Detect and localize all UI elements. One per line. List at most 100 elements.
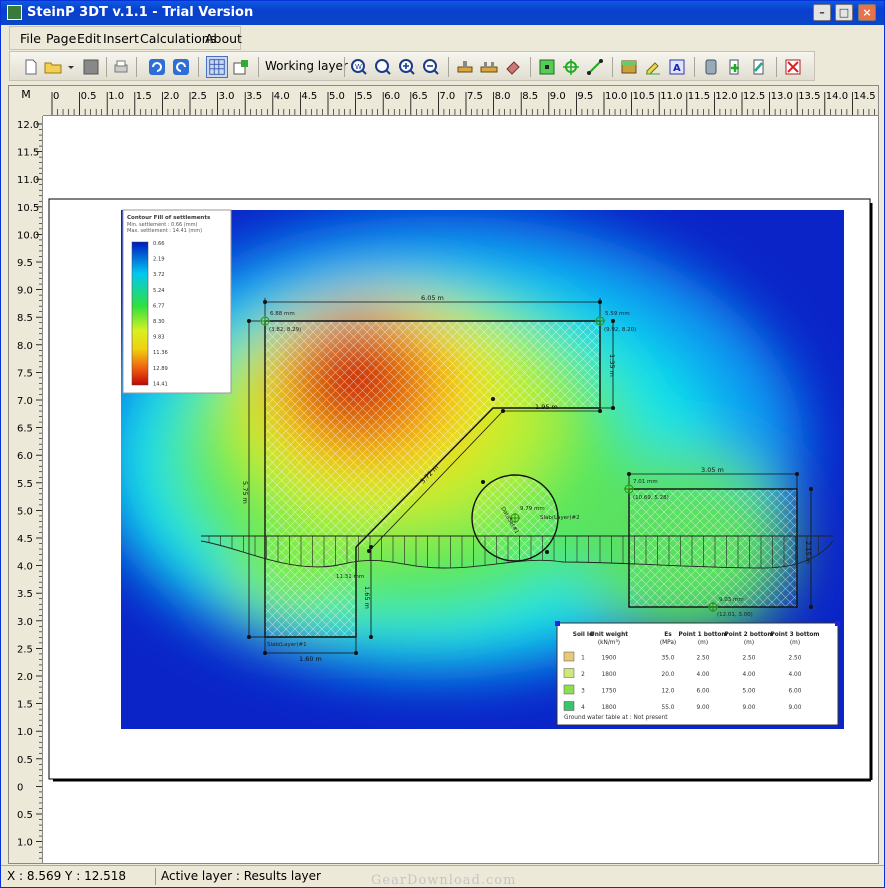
annotation-text: 9.79 mm: [520, 506, 545, 512]
ruler-tick-label: 0.5: [81, 91, 97, 102]
zoom-in-icon[interactable]: [398, 58, 416, 76]
status-divider: [155, 868, 156, 885]
database-icon[interactable]: [702, 58, 720, 76]
undo-icon[interactable]: [148, 58, 166, 76]
ruler-tick-label: 11.0: [660, 91, 682, 102]
soil-table-cell: 9.00: [789, 705, 802, 711]
ruler-tick-label: 2.5: [191, 91, 207, 102]
app-icon: [7, 5, 22, 20]
ruler-tick-label: 11.0: [17, 175, 39, 186]
drawing-workspace: M 0 0.5 1.0 1.5 2.0 2.5 3.0 3.5 4.0 4.5 5.0 5.5 6.0 6…: [8, 85, 879, 864]
soil-table-cell: 1800: [602, 705, 617, 711]
soil-table-cell: 12.0: [662, 689, 675, 695]
annotation-text: 5.59 mm: [605, 311, 630, 317]
ruler-tick-label: 12.0: [715, 91, 737, 102]
minimize-button[interactable]: –: [813, 4, 831, 21]
zoom-window-icon[interactable]: W: [350, 58, 368, 76]
drawing-canvas[interactable]: Contour Fill of settlements Min. settlem…: [43, 116, 879, 864]
working-layer-label[interactable]: Working layer: [265, 59, 348, 73]
ruler-tick-label: 8.5: [522, 91, 538, 102]
redo-icon[interactable]: [172, 58, 190, 76]
ruler-tick-label: 10.5: [17, 203, 39, 214]
open-folder-icon[interactable]: [44, 58, 62, 76]
ruler-tick-label: 0.5: [17, 755, 33, 766]
watermark-text: GearDownload.com: [371, 873, 517, 888]
ruler-tick-label: 3.0: [219, 91, 235, 102]
soil-table-footer: Ground water table at : Not present: [564, 715, 668, 721]
soil-table-cell: 4.00: [743, 672, 756, 678]
ruler-tick-label: 13.0: [771, 91, 793, 102]
foundation-icon[interactable]: [456, 58, 474, 76]
ruler-tick-label: 11.5: [17, 148, 39, 159]
ruler-tick-label: 10.0: [605, 91, 627, 102]
ruler-tick-label: 14.5: [853, 91, 875, 102]
soil-table-cell: 1800: [602, 672, 617, 678]
annotation-text: (3.82, 8.29): [269, 327, 301, 333]
legend-max-line: Max. settlement : 14.41 (mm): [127, 228, 202, 234]
print-icon[interactable]: [112, 58, 130, 76]
ruler-tick-label: 1.5: [136, 91, 152, 102]
window-title: SteinP 3DT v.1.1 - Trial Version: [27, 5, 254, 20]
dim-mid-label: 1.95 m: [535, 403, 558, 411]
ruler-tick-label: 3.5: [246, 91, 262, 102]
save-icon[interactable]: [82, 58, 100, 76]
horizontal-ruler: 0 0.5 1.0 1.5 2.0 2.5 3.0 3.5 4.0 4.5 5.0 5.5 6.0 6.5…: [43, 86, 878, 116]
snap-icon[interactable]: [232, 58, 250, 76]
ruler-unit-label: M: [9, 86, 43, 116]
maximize-button[interactable]: □: [835, 4, 853, 21]
new-file-icon[interactable]: [22, 58, 40, 76]
calculate-icon[interactable]: [750, 58, 768, 76]
ruler-tick-label: 14.0: [826, 91, 848, 102]
annotation-text: 9.03 mm: [719, 597, 744, 603]
soil-color-swatch: [563, 684, 575, 695]
zoom-out-icon[interactable]: [422, 58, 440, 76]
ruler-tick-label: 10.5: [633, 91, 655, 102]
menu-file[interactable]: File: [20, 31, 41, 46]
legend-value: 8.30: [153, 319, 165, 325]
add-document-icon[interactable]: [726, 58, 744, 76]
menu-bar: File Page Edit Insert Calculations About: [9, 26, 242, 50]
close-button[interactable]: ×: [858, 4, 876, 21]
open-dropdown-icon[interactable]: [66, 58, 76, 76]
select-point-icon[interactable]: [538, 58, 556, 76]
zoom-all-icon[interactable]: [374, 58, 392, 76]
menu-page[interactable]: Page: [46, 31, 76, 46]
menu-edit[interactable]: Edit: [77, 31, 101, 46]
ruler-tick-label: 9.5: [577, 91, 593, 102]
ruler-tick-label: 6.5: [412, 91, 428, 102]
soil-table-cell: 4: [581, 705, 585, 711]
slab-icon[interactable]: [480, 58, 498, 76]
soil-layer-icon[interactable]: [620, 58, 638, 76]
soil-table-cell: 5.00: [743, 689, 756, 695]
grid-toggle-icon[interactable]: [206, 56, 228, 78]
menu-insert[interactable]: Insert: [103, 31, 139, 46]
toolbar-separator: [530, 57, 531, 77]
active-layer-status: Active layer : Results layer: [161, 869, 321, 883]
ruler-tick-label: 3.5: [17, 589, 33, 600]
soil-table-header: Es: [664, 632, 672, 638]
eraser-icon[interactable]: [504, 58, 522, 76]
crosshair-icon[interactable]: [562, 58, 580, 76]
menu-about[interactable]: About: [205, 31, 242, 46]
ruler-tick-label: 6.0: [384, 91, 400, 102]
line-icon[interactable]: [586, 58, 604, 76]
edit-property-icon[interactable]: [644, 58, 662, 76]
delete-results-icon[interactable]: [784, 58, 802, 76]
soil-table-cell: 9.00: [743, 705, 756, 711]
toolbar-separator: [776, 57, 777, 77]
ruler-tick-label: 1.0: [17, 727, 33, 738]
ruler-tick-label: 5.5: [357, 91, 373, 102]
ruler-tick-label: 2.5: [17, 644, 33, 655]
soil-table-cell: 1750: [602, 689, 617, 695]
soil-table-cell: 3: [581, 689, 585, 695]
ruler-tick-label: 10.0: [17, 230, 39, 241]
ruler-tick-label: 5.0: [329, 91, 345, 102]
ruler-tick-label: 12.5: [743, 91, 765, 102]
ruler-tick-label: 8.5: [17, 313, 33, 324]
soil-table: Soil IdUnit weight(kN/m³)Es(MPa)Point 1 …: [555, 621, 840, 726]
text-label-icon[interactable]: A: [668, 58, 686, 76]
dim-rect-label: 3.05 m: [701, 466, 724, 474]
ruler-tick-label: 6.5: [17, 424, 33, 435]
ruler-tick-label: 2.0: [163, 91, 179, 102]
soil-table-header-unit: (m): [698, 640, 708, 646]
